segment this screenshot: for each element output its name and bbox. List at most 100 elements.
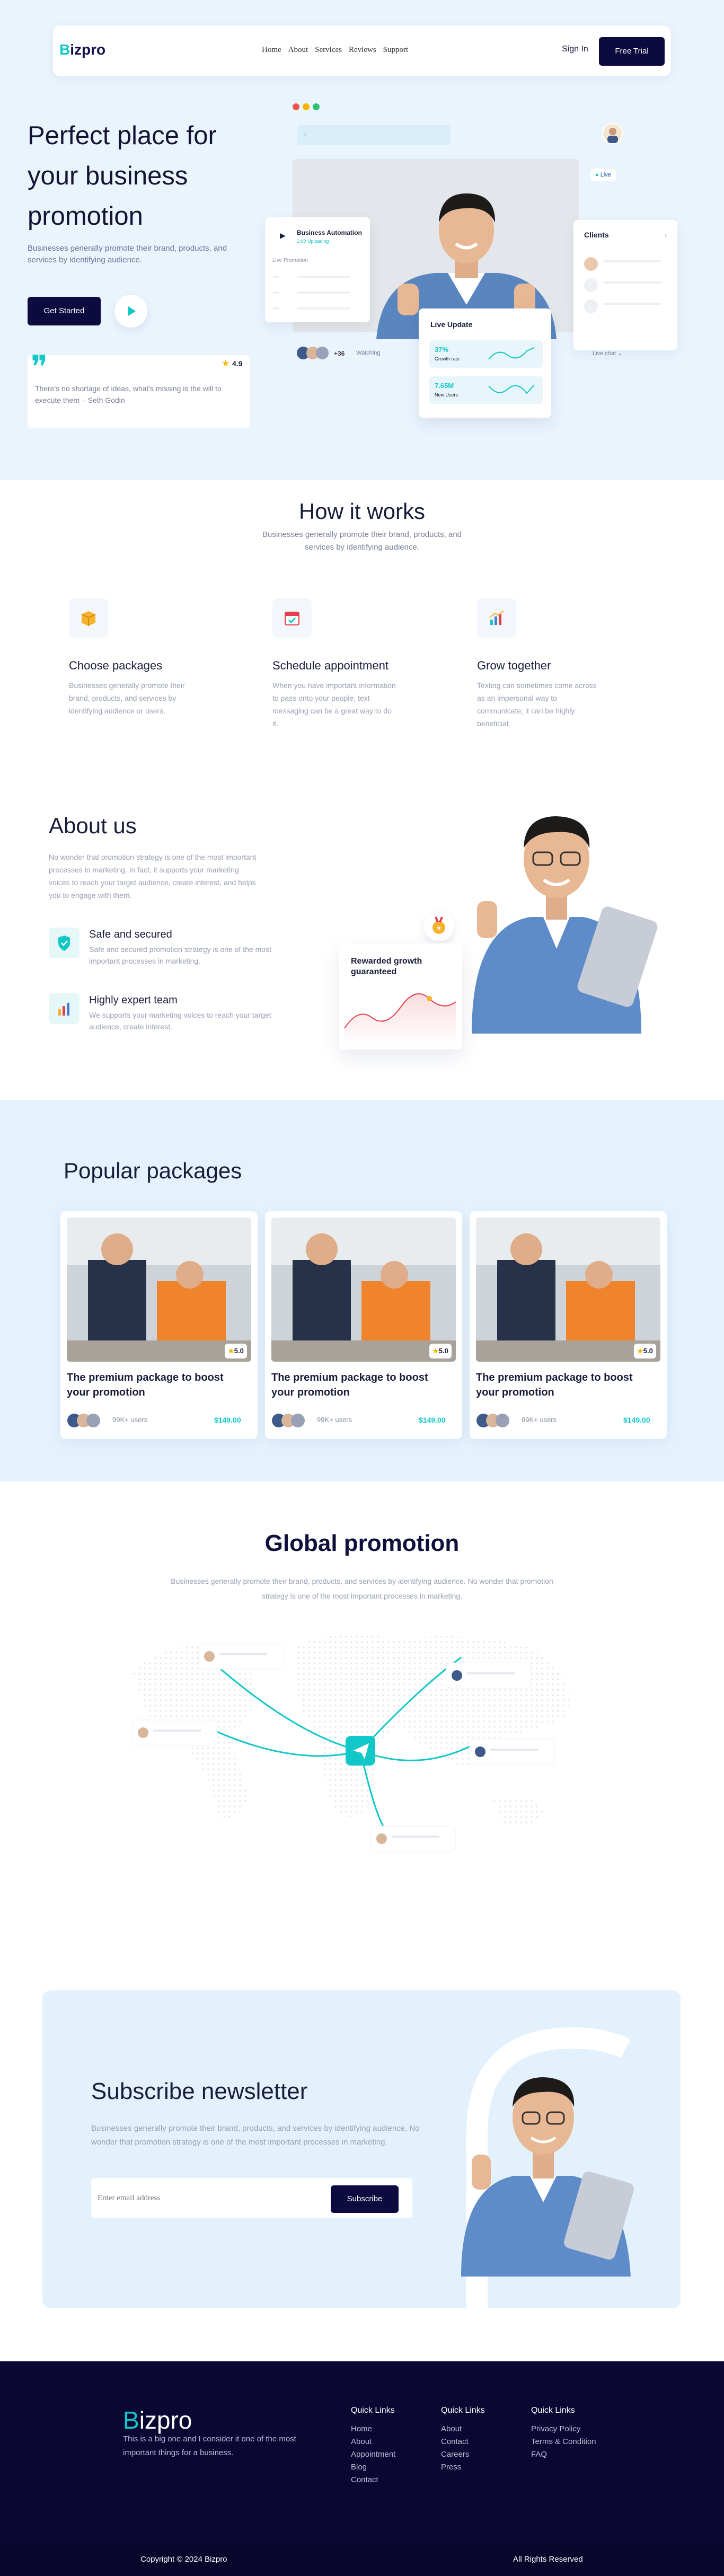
footer-logo[interactable]: Bizpro: [123, 2406, 192, 2434]
footer-link-contact[interactable]: Contact: [441, 2436, 485, 2448]
package-card[interactable]: ★5.0 The premium package to boost your p…: [265, 1211, 462, 1439]
users-sparkline: [488, 384, 535, 394]
nav-support[interactable]: Support: [383, 46, 409, 55]
top-navbar: Bizpro Home About Services Reviews Suppo…: [53, 25, 671, 76]
location-card: [469, 1739, 555, 1765]
feature-team: Highly expert team We supports your mark…: [49, 993, 293, 1031]
biz-card-label: Live Promotion: [272, 258, 308, 263]
footer-link-privacy[interactable]: Privacy Policy: [531, 2423, 596, 2436]
growth-stat: 37% Growth rate: [429, 340, 543, 368]
dot-red: [293, 103, 299, 110]
package-card[interactable]: ★5.0 The premium package to boost your p…: [60, 1211, 258, 1439]
avatar: [584, 278, 598, 292]
chevron-down-icon: ⌄: [617, 350, 623, 357]
nav-reviews[interactable]: Reviews: [349, 46, 376, 55]
star-icon: ★: [637, 1347, 643, 1355]
package-rating: ★5.0: [225, 1344, 247, 1358]
global-promotion-section: Global promotion Businesses generally pr…: [0, 1481, 724, 1990]
avatar: [584, 299, 598, 313]
location-card: [132, 1719, 218, 1746]
package-title: The premium package to boost your promot…: [476, 1372, 633, 1398]
svg-text:★: ★: [436, 924, 442, 932]
subscribe-button[interactable]: Subscribe: [331, 2185, 399, 2213]
watchers-group: +36: [296, 346, 345, 362]
feature-title: Safe and secured: [89, 929, 172, 940]
location-card: [370, 1825, 456, 1852]
dot-green: [313, 103, 320, 110]
placeholder-line: [297, 292, 350, 294]
footer-column: Quick Links Home About Appointment Blog …: [351, 2406, 395, 2486]
star-icon: ★: [222, 358, 230, 368]
packages-title: Popular packages: [64, 1158, 242, 1183]
box-icon: [69, 598, 108, 638]
brand-logo[interactable]: Bizpro: [59, 41, 105, 58]
avatar: [602, 123, 623, 144]
rating-value: 5.0: [438, 1347, 448, 1355]
how-subtitle: Businesses generally promote their brand…: [262, 530, 462, 552]
footer-link-careers[interactable]: Careers: [441, 2448, 485, 2461]
subscribe-section: Subscribe newsletter Businesses generall…: [0, 1990, 724, 2361]
package-price: $149.00: [623, 1416, 650, 1424]
users-label: New Users: [435, 392, 458, 398]
footer-link-press[interactable]: Press: [441, 2461, 485, 2474]
footer-bottom-bar: Copyright © 2024 Bizpro All Rights Reser…: [0, 2544, 724, 2576]
about-title: About us: [49, 813, 137, 838]
subscribe-person-illustration: [461, 2077, 634, 2277]
get-started-button[interactable]: Get Started: [28, 297, 101, 325]
nav-home[interactable]: Home: [262, 46, 281, 55]
how-item-desc: Businesses generally promote their brand…: [69, 681, 185, 715]
footer-link-about[interactable]: About: [351, 2436, 395, 2448]
footer-link-home[interactable]: Home: [351, 2423, 395, 2436]
package-rating: ★5.0: [634, 1344, 656, 1358]
clients-title: Clients: [584, 231, 609, 239]
sign-in-link[interactable]: Sign In: [562, 45, 588, 54]
live-chat-link[interactable]: Live chat ⌄: [593, 350, 622, 357]
placeholder-line: [272, 276, 279, 278]
world-map-illustration: [132, 1634, 569, 1852]
reward-card: Rewarded growth guaranteed: [339, 943, 462, 1049]
placeholder-line: [603, 281, 661, 284]
placeholder-line: [603, 303, 661, 305]
how-item-title: Grow together: [477, 659, 551, 672]
packages-section: Popular packages ★5.0 The premium packag…: [0, 1100, 724, 1481]
reward-line-chart: [344, 993, 456, 1044]
feature-desc: We supports your marketing voices to rea…: [89, 1011, 271, 1031]
footer-link-contact[interactable]: Contact: [351, 2474, 395, 2486]
logo-letter: B: [123, 2406, 139, 2434]
footer-column-title: Quick Links: [351, 2406, 395, 2415]
email-field[interactable]: [98, 2187, 320, 2209]
free-trial-button[interactable]: Free Trial: [599, 37, 665, 66]
users-stat: 7.65M New Users: [429, 376, 543, 404]
clients-card: Clients ›: [573, 220, 677, 350]
footer-link-appointment[interactable]: Appointment: [351, 2448, 395, 2461]
package-card[interactable]: ★5.0 The premium package to boost your p…: [470, 1211, 667, 1439]
quote-rating: 4.9: [232, 359, 243, 368]
nav-services[interactable]: Services: [315, 46, 342, 55]
how-it-works-section: How it works Businesses generally promot…: [0, 480, 724, 763]
more-icon[interactable]: ›: [665, 232, 667, 239]
footer-link-blog[interactable]: Blog: [351, 2461, 395, 2474]
footer-column: Quick Links About Contact Careers Press: [441, 2406, 485, 2474]
hero-title: Perfect place for your business promotio…: [28, 121, 217, 231]
window-dots: [293, 103, 320, 110]
quote-card: ❞ ★ 4.9 There's no shortage of ideas, wh…: [28, 350, 250, 428]
watchers-count: +36: [334, 350, 345, 357]
quote-icon: ❞: [31, 350, 48, 385]
play-icon[interactable]: [114, 295, 147, 328]
logo-text: izpro: [70, 41, 106, 58]
rating-value: 5.0: [234, 1347, 244, 1355]
mock-search-bar: ⌕: [297, 125, 451, 145]
footer-link-about[interactable]: About: [441, 2423, 485, 2436]
play-icon[interactable]: ▶: [280, 231, 286, 240]
package-users: 99K+ users: [317, 1416, 352, 1424]
nav-about[interactable]: About: [288, 46, 308, 55]
footer-link-terms[interactable]: Terms & Condition: [531, 2436, 596, 2448]
star-icon: ★: [432, 1347, 439, 1355]
about-text: No wonder that promotion strategy is one…: [49, 853, 257, 899]
live-chat-label: Live chat: [593, 350, 616, 357]
footer-link-faq[interactable]: FAQ: [531, 2448, 596, 2461]
footer-text: This is a big one and I consider it one …: [123, 2434, 296, 2457]
bar-chart-icon: [49, 993, 80, 1024]
package-price: $149.00: [214, 1416, 241, 1424]
logo-text: izpro: [139, 2406, 192, 2434]
